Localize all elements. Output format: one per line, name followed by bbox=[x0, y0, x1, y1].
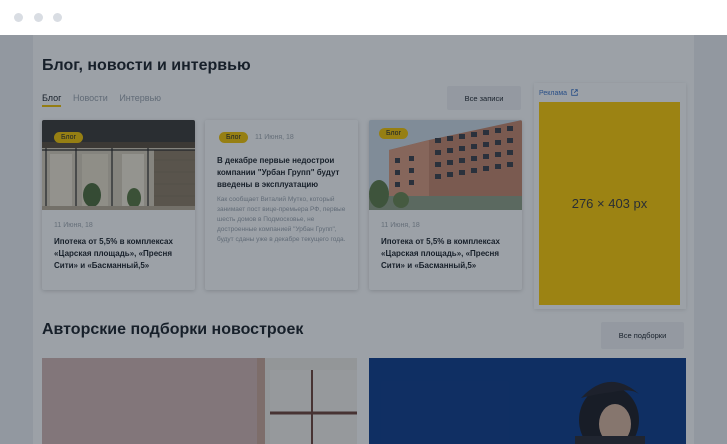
card-title[interactable]: Ипотека от 5,5% в комплексах «Царская пл… bbox=[381, 236, 516, 272]
viewport: Блог, новости и интервью Блог Новости Ин… bbox=[0, 35, 727, 444]
tab-interviews[interactable]: Интервью bbox=[119, 93, 161, 103]
collections-section-title: Авторские подборки новостроек bbox=[42, 321, 304, 338]
card-title[interactable]: В декабре первые недострои компании "Урб… bbox=[217, 155, 351, 191]
browser-chrome bbox=[0, 0, 727, 35]
card-excerpt: Как сообщает Виталий Мутко, который зани… bbox=[217, 196, 346, 243]
card-date: 11 Июня, 18 bbox=[381, 222, 420, 229]
tab-news[interactable]: Новости bbox=[73, 93, 108, 103]
card-date: 11 Июня, 18 bbox=[54, 222, 93, 229]
blog-tabs: Блог Новости Интервью bbox=[42, 93, 170, 103]
card-badge[interactable]: Блог bbox=[379, 128, 409, 139]
window-dot-3 bbox=[53, 13, 62, 22]
tab-blog[interactable]: Блог bbox=[42, 93, 61, 103]
collection-image-1[interactable] bbox=[42, 358, 357, 444]
ad-block[interactable]: Реклама 276 × 403 px bbox=[534, 83, 686, 309]
ad-label-text: Реклама bbox=[539, 90, 568, 97]
card-title[interactable]: Ипотека от 5,5% в комплексах «Царская пл… bbox=[54, 236, 189, 272]
blog-section-title: Блог, новости и интервью bbox=[42, 57, 251, 74]
collection-image-2[interactable] bbox=[369, 358, 686, 444]
all-collections-button[interactable]: Все подборки bbox=[601, 322, 684, 349]
page-content: Блог, новости и интервью Блог Новости Ин… bbox=[33, 35, 694, 444]
ad-placeholder[interactable]: 276 × 403 px bbox=[539, 102, 680, 305]
all-posts-button[interactable]: Все записи bbox=[447, 86, 521, 110]
window-dot-1 bbox=[14, 13, 23, 22]
blog-card-2[interactable]: Блог 11 Июня, 18 В декабре первые недост… bbox=[205, 120, 358, 290]
blog-card-1[interactable]: Блог 11 Июня, 18 Ипотека от 5,5% в компл… bbox=[42, 120, 195, 290]
ad-label[interactable]: Реклама bbox=[539, 89, 578, 97]
card-badge[interactable]: Блог bbox=[54, 132, 84, 143]
external-link-icon bbox=[571, 89, 578, 96]
card-date: 11 Июня, 18 bbox=[255, 134, 294, 141]
blog-card-3[interactable]: Блог 11 Июня, 18 Ипотека от 5,5% в компл… bbox=[369, 120, 522, 290]
card-badge[interactable]: Блог bbox=[219, 132, 249, 143]
window-dot-2 bbox=[34, 13, 43, 22]
